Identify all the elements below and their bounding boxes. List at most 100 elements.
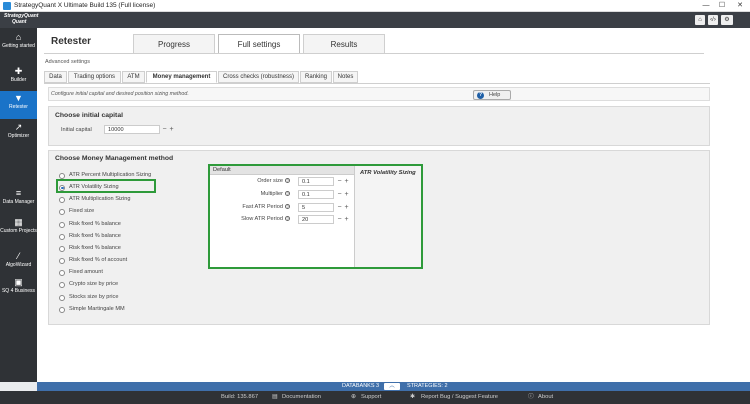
sidebar-item-optimizer[interactable]: ↗ Optimizer	[0, 120, 37, 148]
sidebar-item-label: Data Manager	[2, 199, 35, 205]
subtab-trading-options[interactable]: Trading options	[68, 71, 121, 83]
home-icon[interactable]: ⌂	[695, 15, 705, 25]
help-icon[interactable]: ?	[285, 204, 290, 210]
support-link[interactable]: Support	[361, 391, 381, 404]
sidebar-item-label: Getting started	[2, 43, 35, 49]
param-fast-atr-input[interactable]: 5	[298, 203, 334, 212]
radio-icon	[59, 196, 65, 203]
radio-label: ATR Multiplication Sizing	[69, 196, 131, 202]
sidebar-item-custom-projects[interactable]: ▦ Custom Projects	[0, 215, 37, 247]
sidebar-item-label: Retester	[9, 104, 28, 110]
databanks-count[interactable]: DATABANKS 3	[342, 382, 379, 391]
sidebar-item-label: SQ 4 Business	[1, 288, 36, 294]
subtab-atm[interactable]: ATM	[122, 71, 145, 83]
tab-progress[interactable]: Progress	[133, 34, 215, 53]
param-order-size-input[interactable]: 0.1	[298, 177, 334, 186]
plus-icon: ✚	[14, 66, 23, 76]
radio-label: Risk fixed % balance	[69, 221, 121, 227]
param-multiplier-label: Multiplier?	[210, 191, 290, 197]
decrement-icon[interactable]: −	[336, 204, 343, 211]
help-button[interactable]: ? Help	[473, 90, 511, 100]
increment-icon[interactable]: +	[168, 126, 175, 133]
database-icon: ≡	[15, 188, 22, 198]
tab-full-settings[interactable]: Full settings	[218, 34, 300, 54]
increment-icon[interactable]: +	[343, 216, 350, 223]
help-icon[interactable]: ?	[285, 216, 290, 222]
home-icon: ⌂	[15, 32, 22, 42]
build-label: Build: 135.867	[221, 394, 259, 400]
radio-label: Fixed amount	[69, 269, 103, 275]
sidebar-item-sq4business[interactable]: ▣ SQ 4 Business	[0, 275, 37, 303]
sidebar-item-label: Custom Projects	[0, 228, 37, 234]
sidebar-item-data-manager[interactable]: ≡ Data Manager	[0, 186, 37, 214]
tabs-divider	[44, 53, 704, 54]
radio-label: Risk fixed % balance	[69, 245, 121, 251]
increment-icon[interactable]: +	[343, 204, 350, 211]
param-multiplier-input[interactable]: 0.1	[298, 190, 334, 199]
radio-icon	[59, 233, 65, 240]
info-icon: ⓘ	[528, 394, 534, 400]
sidebar-item-getting-started[interactable]: ⌂ Getting started	[0, 30, 37, 58]
strategies-count: STRATEGIES: 2	[407, 383, 448, 389]
param-label-text: Order size	[257, 178, 283, 184]
support-icon: ⊕	[351, 394, 356, 400]
radio-label: Fixed size	[69, 208, 95, 214]
increment-icon[interactable]: +	[343, 191, 350, 198]
decrement-icon[interactable]: −	[336, 191, 343, 198]
param-slow-atr-label: Slow ATR Period?	[210, 216, 290, 222]
initial-capital-input[interactable]: 10000	[104, 125, 160, 134]
initial-capital-label: Initial capital	[61, 127, 92, 133]
radio-label: Stocks size by price	[69, 294, 119, 300]
increment-icon[interactable]: +	[343, 178, 350, 185]
sidebar-item-label: AlgoWizard	[5, 262, 32, 268]
documentation-link[interactable]: Documentation	[282, 391, 321, 404]
help-label: Help	[489, 92, 501, 98]
advanced-settings-label: Advanced settings	[45, 59, 90, 65]
window-title: StrategyQuant X Ultimate Build 135 (Full…	[14, 2, 156, 9]
logo-line2: Quant	[12, 19, 27, 25]
sidebar: ⌂ Getting started ✚ Builder ▼ Retester ↗…	[0, 28, 37, 382]
subtab-notes[interactable]: Notes	[333, 71, 358, 83]
radio-label: Risk fixed % balance	[69, 233, 121, 239]
help-icon[interactable]: ?	[285, 191, 290, 197]
minimize-button[interactable]: —	[698, 1, 714, 11]
subtab-money-management[interactable]: Money management	[146, 71, 217, 83]
subtabs-divider	[44, 83, 710, 84]
code-icon[interactable]: ‹/›	[708, 15, 718, 25]
param-label-text: Fast ATR Period	[242, 204, 283, 210]
decrement-icon[interactable]: −	[336, 178, 343, 185]
help-icon[interactable]: ?	[285, 178, 290, 184]
sidebar-item-builder[interactable]: ✚ Builder	[0, 64, 37, 92]
bottom-bar: Build: 135.867 ▤ Documentation ⊕ Support…	[0, 391, 750, 404]
close-button[interactable]: ✕	[732, 1, 748, 11]
radio-label: ATR Percent Multiplication Sizing	[69, 172, 152, 178]
radio-icon	[59, 257, 65, 264]
radio-icon	[59, 221, 65, 228]
decrement-icon[interactable]: −	[336, 216, 343, 223]
radio-icon	[59, 294, 65, 301]
radio-icon	[59, 245, 65, 252]
subtab-ranking[interactable]: Ranking	[300, 71, 332, 83]
maximize-button[interactable]: ☐	[714, 1, 730, 11]
sidebar-item-retester[interactable]: ▼ Retester	[0, 91, 37, 119]
mm-method-title: Choose Money Management method	[55, 155, 174, 162]
initial-capital-title: Choose initial capital	[55, 112, 123, 119]
sidebar-item-label: Optimizer	[7, 133, 30, 139]
app-icon	[3, 2, 11, 10]
radio-icon	[59, 172, 65, 179]
param-slow-atr-input[interactable]: 20	[298, 215, 334, 224]
about-link[interactable]: About	[538, 391, 553, 404]
settings-icon[interactable]: ⚙	[721, 15, 733, 25]
tab-results[interactable]: Results	[303, 34, 385, 53]
subtab-data[interactable]: Data	[44, 71, 67, 83]
radio-icon	[59, 269, 65, 276]
subtab-cross-checks[interactable]: Cross checks (robustness)	[218, 71, 299, 83]
radio-icon	[59, 306, 65, 313]
radio-label: Crypto size by price	[69, 281, 119, 287]
chevron-up-icon[interactable]: ︿	[384, 383, 400, 390]
document-icon: ▤	[272, 394, 278, 400]
decrement-icon[interactable]: −	[161, 126, 168, 133]
wand-icon: ⁄	[17, 251, 20, 261]
sidebar-item-algowizard[interactable]: ⁄ AlgoWizard	[0, 249, 37, 277]
report-bug-link[interactable]: Report Bug / Suggest Feature	[421, 391, 498, 404]
